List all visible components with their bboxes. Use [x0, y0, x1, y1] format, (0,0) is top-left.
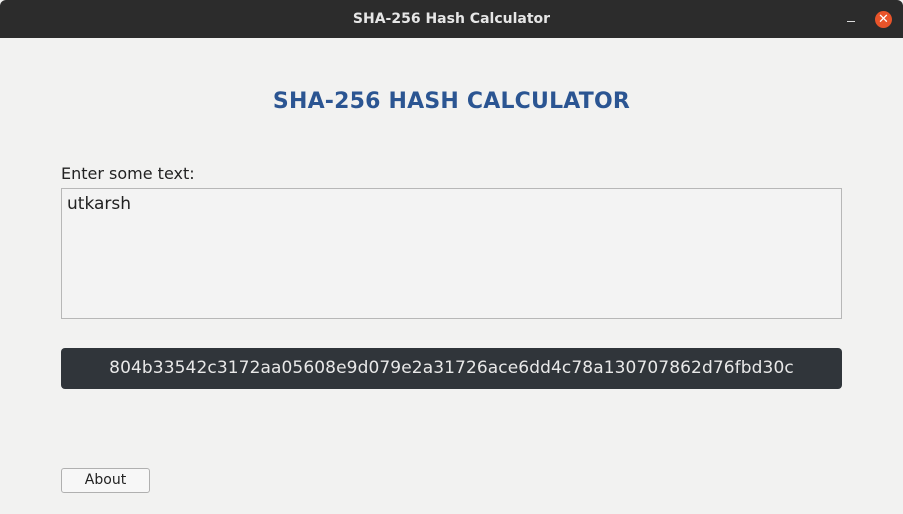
hash-output: 804b33542c3172aa05608e9d079e2a31726ace6d… [61, 348, 842, 389]
close-icon[interactable]: ✕ [875, 11, 892, 28]
page-title: SHA-256 HASH CALCULATOR [272, 89, 631, 114]
title-bar[interactable]: SHA-256 Hash Calculator ✕ [0, 0, 903, 38]
app-window: SHA-256 Hash Calculator ✕ SHA-256 HASH C… [0, 0, 903, 514]
about-button[interactable]: About [61, 468, 150, 493]
text-input[interactable]: utkarsh [61, 188, 842, 319]
minimize-icon[interactable] [843, 9, 859, 29]
input-label: Enter some text: [61, 164, 195, 183]
window-title: SHA-256 Hash Calculator [352, 11, 551, 27]
